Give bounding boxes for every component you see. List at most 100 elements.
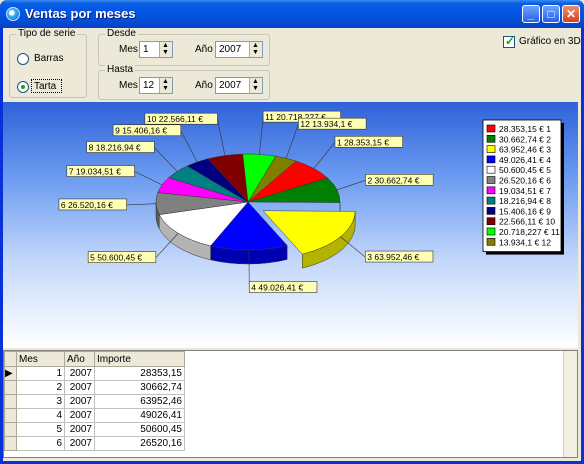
- spin-up-icon[interactable]: ▲: [252, 42, 259, 49]
- grafico-3d-checkbox[interactable]: [503, 34, 515, 48]
- table-row[interactable]: 3 2007 63952,46: [4, 394, 185, 409]
- close-button[interactable]: ✕: [562, 5, 580, 23]
- leader-line: [285, 124, 299, 159]
- maximize-icon: □: [547, 7, 555, 21]
- data-label-5: 5 50.600,45 €: [90, 253, 142, 263]
- title-bar[interactable]: Ventas por meses _ □ ✕: [0, 0, 584, 28]
- col-header-anio[interactable]: Año: [64, 351, 95, 367]
- cell-importe[interactable]: 26520,16: [94, 436, 185, 451]
- legend-entry-1: 28.353,15 € 1: [499, 124, 551, 134]
- hasta-group: Hasta Mes 12 ▲ ▼ Año 2007 ▲ ▼: [98, 64, 270, 100]
- data-label-8: 8 18.216,94 €: [89, 143, 141, 153]
- cell-anio[interactable]: 2007: [64, 394, 95, 409]
- cell-mes[interactable]: 1: [16, 366, 65, 381]
- spin-down-icon[interactable]: ▼: [252, 49, 259, 56]
- radio-tarta[interactable]: [17, 81, 29, 93]
- hasta-anio-value: 2007: [219, 80, 242, 91]
- desde-anio-spinner[interactable]: 2007 ▲ ▼: [215, 41, 263, 58]
- hasta-anio-spin-buttons[interactable]: ▲ ▼: [249, 78, 262, 93]
- hasta-mes-label: Mes: [119, 80, 138, 91]
- series-type-title: Tipo de serie: [16, 28, 78, 39]
- cell-importe[interactable]: 49026,41: [94, 408, 185, 423]
- spin-up-icon[interactable]: ▲: [252, 78, 259, 85]
- cell-importe[interactable]: 30662,74: [94, 380, 185, 395]
- leader-line: [336, 180, 366, 191]
- desde-title: Desde: [105, 28, 138, 39]
- data-label-10: 10 22.566,11 €: [147, 114, 203, 124]
- desde-anio-label: Año: [195, 44, 213, 55]
- cell-mes[interactable]: 2: [16, 380, 65, 395]
- leader-line: [180, 130, 198, 163]
- row-indicator[interactable]: [4, 408, 17, 423]
- cell-importe[interactable]: 28353,15: [94, 366, 185, 381]
- cell-anio[interactable]: 2007: [64, 366, 95, 381]
- close-icon: ✕: [565, 7, 577, 21]
- table-row[interactable]: 4 2007 49026,41: [4, 408, 185, 423]
- cell-mes[interactable]: 5: [16, 422, 65, 437]
- cell-mes[interactable]: 3: [16, 394, 65, 409]
- leader-line: [259, 117, 264, 155]
- spin-down-icon[interactable]: ▼: [162, 49, 169, 56]
- minimize-button[interactable]: _: [522, 5, 540, 23]
- col-header-importe[interactable]: Importe: [94, 351, 185, 367]
- grid-vertical-scrollbar[interactable]: [563, 351, 577, 457]
- legend-swatch: [486, 134, 496, 143]
- desde-mes-spinner[interactable]: 1 ▲ ▼: [139, 41, 173, 58]
- leader-line: [154, 147, 178, 172]
- cell-mes[interactable]: 4: [16, 408, 65, 423]
- legend-entry-2: 30.662,74 € 2: [499, 134, 551, 144]
- row-indicator[interactable]: [4, 422, 17, 437]
- legend-swatch: [486, 217, 496, 225]
- grafico-3d-label[interactable]: Gráfico en 3D: [519, 36, 581, 47]
- radio-tarta-label[interactable]: Tarta: [34, 81, 56, 92]
- desde-mes-spin-buttons[interactable]: ▲ ▼: [159, 42, 172, 57]
- table-row[interactable]: ▶ 1 2007 28353,15: [4, 366, 185, 381]
- leader-line: [217, 119, 226, 156]
- row-indicator[interactable]: [4, 436, 17, 451]
- legend-entry-6: 26.520,16 € 6: [499, 176, 551, 186]
- spin-down-icon[interactable]: ▼: [162, 85, 169, 92]
- chart-area: 1 28.353,15 € 2 30.662,74 € 3 63.952,46 € 4…: [3, 102, 578, 348]
- table-row[interactable]: 5 2007 50600,45: [4, 422, 185, 437]
- spin-up-icon[interactable]: ▲: [162, 78, 169, 85]
- legend-swatch: [486, 124, 496, 133]
- cell-mes[interactable]: 6: [16, 436, 65, 451]
- hasta-mes-spin-buttons[interactable]: ▲ ▼: [159, 78, 172, 93]
- legend-entry-7: 19.034,51 € 7: [499, 186, 551, 196]
- data-label-2: 2 30.662,74 €: [367, 175, 419, 185]
- row-indicator[interactable]: [4, 394, 17, 409]
- cell-importe[interactable]: 63952,46: [94, 394, 185, 409]
- window: Ventas por meses _ □ ✕ Tipo de serie Bar…: [0, 0, 584, 464]
- pie-chart: 1 28.353,15 € 2 30.662,74 € 3 63.952,46 € 4…: [58, 110, 564, 293]
- row-indicator[interactable]: [4, 380, 17, 395]
- legend-entry-11: 20.718,227 € 11: [499, 227, 560, 237]
- hasta-mes-spinner[interactable]: 12 ▲ ▼: [139, 77, 173, 94]
- radio-barras-label[interactable]: Barras: [34, 53, 63, 64]
- legend-swatch: [486, 227, 496, 236]
- table-row[interactable]: 6 2007 26520,16: [4, 436, 185, 451]
- data-label-6: 6 26.520,16 €: [61, 200, 113, 210]
- cell-anio[interactable]: 2007: [64, 436, 95, 451]
- legend-swatch: [486, 196, 496, 205]
- maximize-button[interactable]: □: [542, 5, 560, 23]
- cell-anio[interactable]: 2007: [64, 422, 95, 437]
- cell-anio[interactable]: 2007: [64, 380, 95, 395]
- col-header-mes[interactable]: Mes: [16, 351, 65, 367]
- legend-swatch: [486, 207, 496, 215]
- legend-entry-4: 49.026,41 € 4: [499, 155, 551, 165]
- spin-down-icon[interactable]: ▼: [252, 85, 259, 92]
- legend-entry-5: 50.600,45 € 5: [499, 165, 551, 175]
- row-indicator[interactable]: ▶: [4, 366, 17, 381]
- desde-group: Desde Mes 1 ▲ ▼ Año 2007 ▲ ▼: [98, 28, 270, 66]
- legend-entry-12: 13.934,1 € 12: [499, 237, 551, 247]
- legend-swatch: [486, 186, 496, 195]
- table-row[interactable]: 2 2007 30662,74: [4, 380, 185, 395]
- hasta-anio-spinner[interactable]: 2007 ▲ ▼: [215, 77, 263, 94]
- cell-anio[interactable]: 2007: [64, 408, 95, 423]
- radio-barras[interactable]: [17, 53, 29, 65]
- legend-entry-8: 18.216,94 € 8: [499, 196, 551, 206]
- cell-importe[interactable]: 50600,45: [94, 422, 185, 437]
- data-grid[interactable]: Mes Año Importe ▶ 1 2007 28353,15 2 2007 30662…: [3, 350, 578, 458]
- desde-anio-spin-buttons[interactable]: ▲ ▼: [249, 42, 262, 57]
- spin-up-icon[interactable]: ▲: [162, 42, 169, 49]
